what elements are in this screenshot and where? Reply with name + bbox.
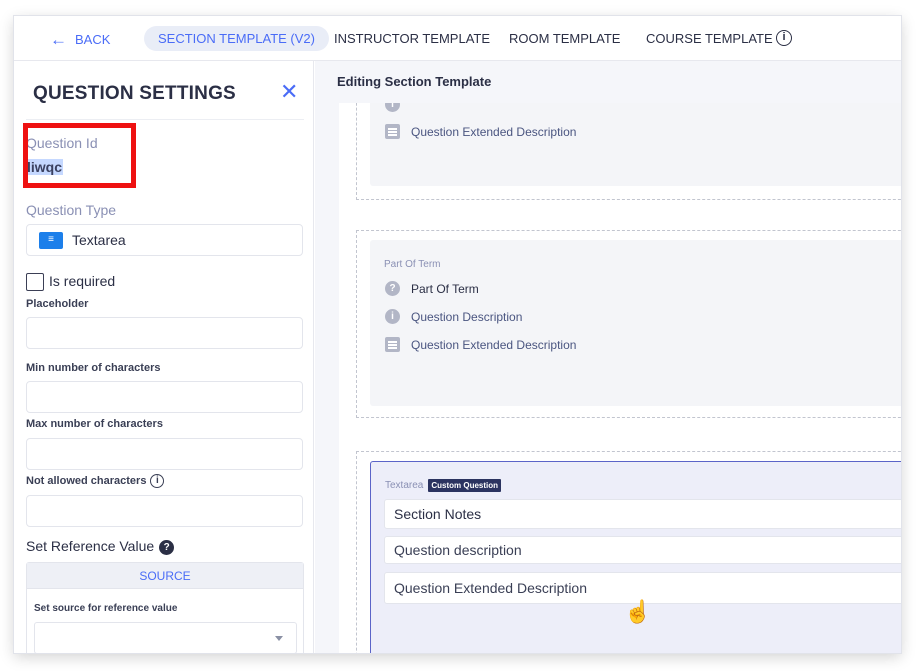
- reference-value-row: Set Reference Value?: [26, 538, 175, 555]
- question-type-heading: Textarea Custom Question: [385, 479, 502, 492]
- arrow-left-icon: ←: [50, 30, 67, 49]
- document-icon: [385, 124, 400, 140]
- editor-title: Editing Section Template: [337, 74, 492, 89]
- question-card[interactable]: i Question Extended Description: [370, 103, 901, 186]
- custom-question-badge: Custom Question: [428, 479, 502, 492]
- max-chars-label: Max number of characters: [26, 418, 163, 430]
- info-icon: i: [385, 309, 400, 325]
- question-settings-panel: QUESTION SETTINGS ✕ Question Id liwqc Qu…: [14, 61, 314, 653]
- question-name-row: ? Part Of Term: [385, 281, 479, 297]
- tab-section-template[interactable]: SECTION TEMPLATE (V2): [144, 26, 329, 51]
- question-mark-icon: ?: [385, 281, 400, 297]
- is-required-label: Is required: [49, 273, 116, 289]
- back-label: BACK: [75, 32, 111, 47]
- info-icon: i: [385, 103, 400, 113]
- top-navigation: ← BACK SECTION TEMPLATE (V2) INSTRUCTOR T…: [14, 16, 901, 61]
- panel-title: QUESTION SETTINGS: [33, 83, 236, 104]
- document-icon: [385, 337, 400, 353]
- question-card-part-of-term[interactable]: Part Of Term ? Part Of Term i Question Des…: [370, 240, 901, 406]
- is-required-checkbox[interactable]: [26, 273, 44, 291]
- not-allowed-chars-input[interactable]: [26, 495, 303, 527]
- info-icon[interactable]: i: [150, 474, 165, 488]
- max-chars-input[interactable]: [26, 438, 303, 470]
- divider: [26, 119, 304, 120]
- source-select[interactable]: [34, 622, 297, 653]
- app-window: ← BACK SECTION TEMPLATE (V2) INSTRUCTOR T…: [14, 16, 901, 653]
- extended-description-text: Question Extended Description: [411, 338, 577, 352]
- placeholder-input[interactable]: [26, 317, 303, 349]
- question-description-row: i Question Description: [385, 309, 523, 325]
- tab-instructor-template[interactable]: INSTRUCTOR TEMPLATE: [334, 26, 490, 51]
- question-type-select[interactable]: ≡ Textarea: [26, 224, 303, 256]
- question-extended-description-row: Question Extended Description: [385, 124, 577, 140]
- not-allowed-chars-row: Not allowed characters i: [26, 474, 165, 488]
- question-description-row: i: [385, 103, 411, 113]
- source-tab[interactable]: SOURCE: [27, 563, 303, 589]
- highlight-annotation-box: [23, 123, 136, 188]
- reference-source-panel: SOURCE Set source for reference value: [26, 562, 304, 653]
- question-title-input[interactable]: Section Notes: [384, 499, 901, 529]
- tab-course-template[interactable]: COURSE TEMPLATE: [646, 26, 773, 51]
- not-allowed-chars-label: Not allowed characters: [26, 474, 147, 487]
- editor-panel: Editing Section Template i Question Exte…: [315, 61, 901, 653]
- reference-value-label: Set Reference Value: [26, 538, 155, 554]
- back-button[interactable]: ← BACK: [50, 26, 110, 51]
- tab-room-template[interactable]: ROOM TEMPLATE: [509, 26, 620, 51]
- help-icon[interactable]: ?: [159, 539, 175, 555]
- question-type-text: Textarea: [385, 480, 424, 492]
- question-type-label: Question Type: [26, 202, 117, 218]
- hand-cursor-icon: ☝: [624, 599, 652, 624]
- extended-description-text: Question Extended Description: [411, 125, 577, 139]
- selected-question-card[interactable]: Textarea Custom Question Section Notes Qu…: [370, 461, 901, 653]
- close-icon[interactable]: ✕: [280, 79, 298, 105]
- min-chars-label: Min number of characters: [26, 362, 161, 374]
- question-description-input[interactable]: Question description: [384, 536, 901, 564]
- question-description-text: Question Description: [411, 310, 523, 324]
- placeholder-label: Placeholder: [26, 298, 89, 310]
- template-canvas: i Question Extended Description Part Of …: [339, 103, 901, 653]
- question-extended-description-row: Question Extended Description: [385, 337, 577, 353]
- textarea-icon: ≡: [39, 232, 63, 249]
- question-name: Part Of Term: [411, 282, 479, 296]
- question-type-value: Textarea: [72, 232, 126, 248]
- source-field-label: Set source for reference value: [34, 603, 178, 614]
- chevron-down-icon: [275, 636, 283, 641]
- min-chars-input[interactable]: [26, 381, 303, 413]
- info-icon[interactable]: i: [776, 30, 792, 46]
- question-heading: Part Of Term: [384, 259, 441, 270]
